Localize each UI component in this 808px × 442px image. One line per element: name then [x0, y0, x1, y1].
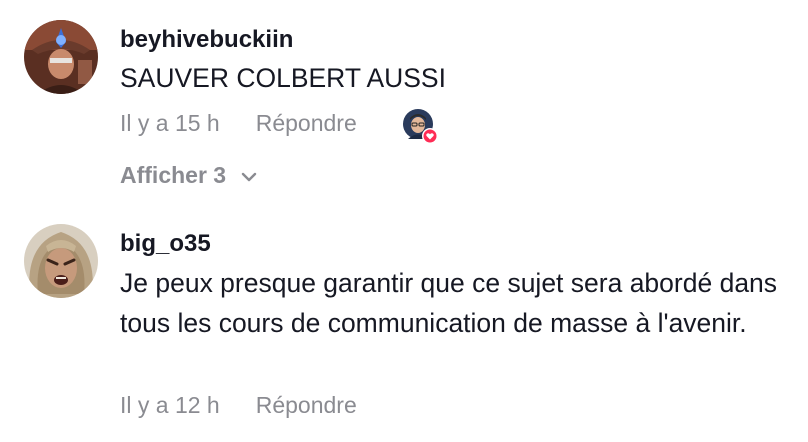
- avatar-image: [24, 224, 98, 298]
- comment-item: big_o35 Je peux presque garantir que ce …: [0, 200, 808, 442]
- avatar[interactable]: [24, 224, 98, 298]
- comment-meta: Il y a 15 h Répondre: [120, 110, 357, 137]
- comment-username[interactable]: beyhivebuckiin: [120, 26, 293, 54]
- creator-liked-icon: [402, 108, 438, 144]
- comment-timestamp: Il y a 12 h: [120, 392, 220, 418]
- comment-text: Je peux presque garantir que ce sujet se…: [120, 268, 778, 338]
- comment-item: beyhivebuckiin SAUVER COLBERT AUSSI Il y…: [0, 0, 808, 200]
- comment-text: SAUVER COLBERT AUSSI: [120, 63, 446, 93]
- show-replies-button[interactable]: Afficher 3: [120, 162, 258, 189]
- avatar-image: [24, 20, 98, 94]
- show-replies-label: Afficher 3: [120, 162, 227, 188]
- avatar[interactable]: [24, 20, 98, 94]
- comment-username[interactable]: big_o35: [120, 230, 211, 258]
- comment-timestamp: Il y a 15 h: [120, 110, 220, 136]
- reply-button[interactable]: Répondre: [256, 110, 357, 137]
- reply-button[interactable]: Répondre: [256, 392, 357, 419]
- chevron-down-icon: [240, 162, 258, 189]
- comment-meta: Il y a 12 h Répondre: [120, 392, 357, 419]
